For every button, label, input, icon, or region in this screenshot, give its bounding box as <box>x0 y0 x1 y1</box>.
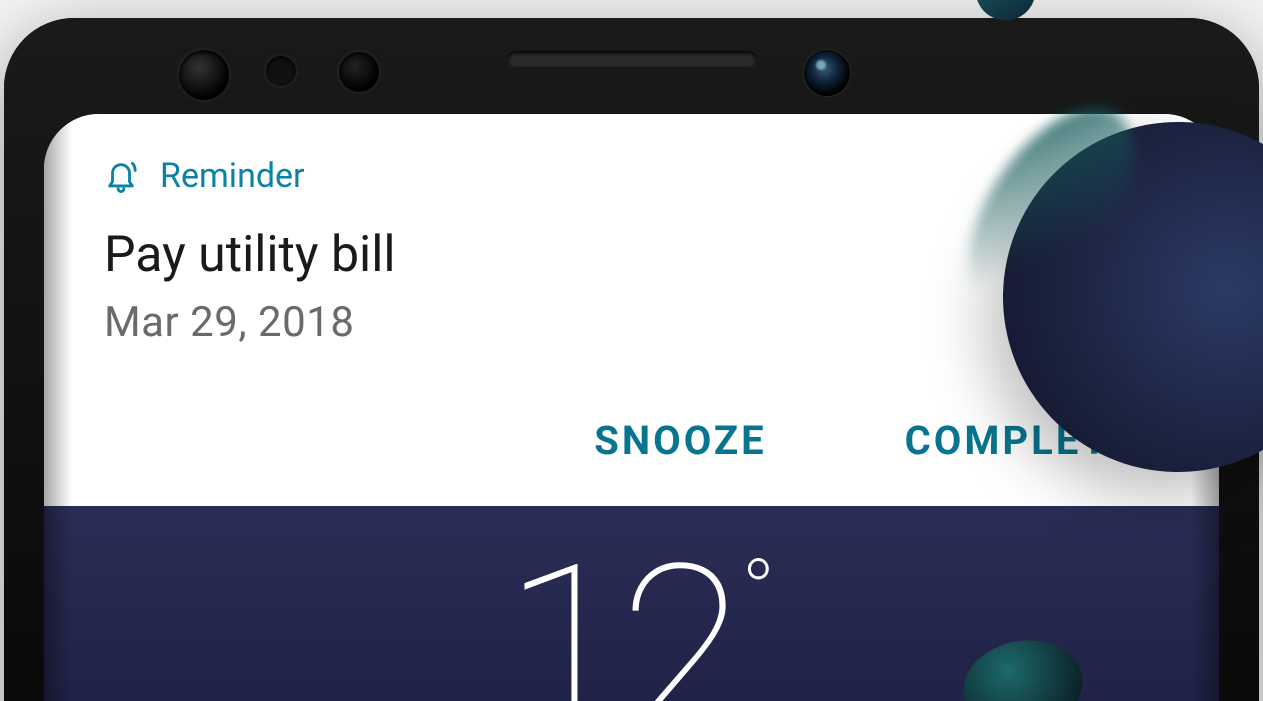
reminder-bell-icon <box>104 157 138 195</box>
degree-symbol: ° <box>741 540 765 645</box>
lockscreen-temperature: 12° <box>503 516 759 701</box>
proximity-sensor <box>266 56 296 86</box>
snooze-button[interactable]: SNOOZE <box>590 411 770 470</box>
front-camera <box>804 50 850 96</box>
notification-actions: SNOOZE COMPLETE <box>104 411 1159 470</box>
temperature-value: 12 <box>503 516 735 701</box>
iris-sensor <box>179 50 229 100</box>
speaker-grille <box>507 51 757 67</box>
light-sensor <box>339 52 379 92</box>
notification-app-name: Reminder <box>160 156 305 196</box>
